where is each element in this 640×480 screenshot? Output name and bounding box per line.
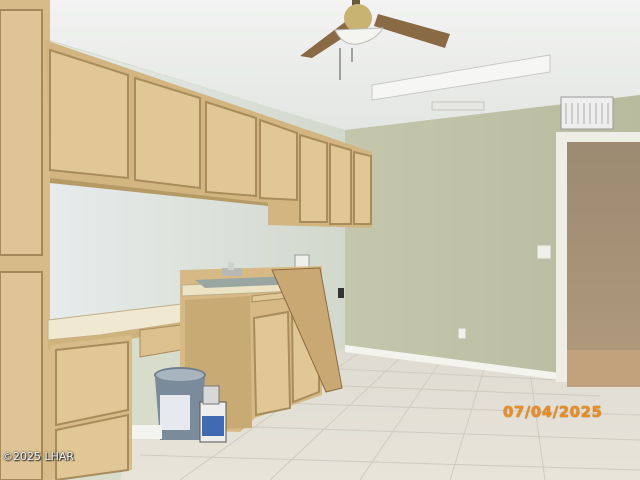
room-photo: 07/04/2025 ©2025 LHAR <box>0 0 640 480</box>
dryer-outlet <box>338 288 344 298</box>
wall-outlet <box>457 327 467 340</box>
light-switch <box>536 244 552 260</box>
pantry-lower-door <box>0 271 43 480</box>
doorway-floor <box>567 350 640 387</box>
date-stamp: 07/04/2025 <box>503 403 603 421</box>
copyright-watermark: ©2025 LHAR <box>2 450 75 463</box>
drawer-top <box>55 340 129 427</box>
air-vent <box>560 96 614 130</box>
baseboard-left <box>132 425 162 439</box>
pantry-upper-door <box>0 9 43 256</box>
sink-door-left <box>252 310 292 417</box>
ceiling-vent <box>431 101 485 111</box>
